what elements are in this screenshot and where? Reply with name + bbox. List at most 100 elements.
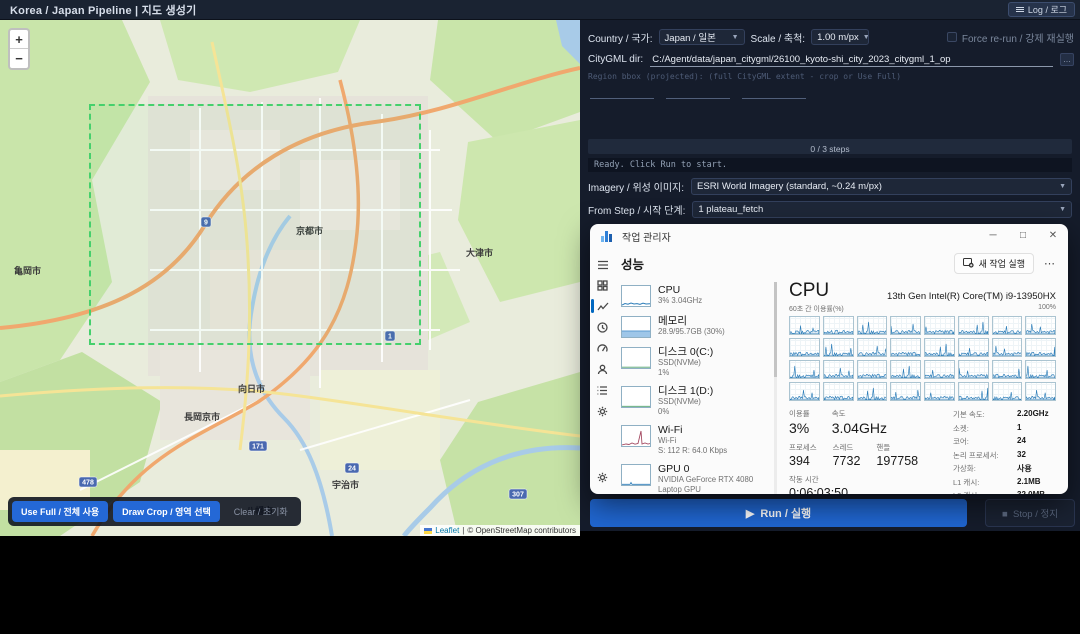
metric-sub2: 1% bbox=[658, 368, 713, 378]
cpu-core-graph bbox=[1025, 382, 1056, 401]
metric-sub: 3% 3.04GHz bbox=[658, 296, 702, 306]
country-label: Country / 국가: bbox=[588, 30, 653, 45]
nav-performance-icon[interactable] bbox=[590, 296, 615, 317]
list-item-cpu[interactable]: CPU 3% 3.04GHz bbox=[617, 280, 777, 311]
handles-value: 197758 bbox=[876, 454, 918, 468]
task-manager-titlebar[interactable]: 작업 관리자 ─ □ ✕ bbox=[590, 224, 1068, 248]
more-options-button[interactable]: ⋯ bbox=[1044, 257, 1056, 270]
region-bbox-label: Region bbox (projected): (full CityGML e… bbox=[588, 72, 901, 81]
cpu-detail-value: 2.1MB bbox=[1017, 477, 1041, 488]
from-step-value: 1 plateau_fetch bbox=[698, 204, 763, 215]
cpu-core-graph bbox=[958, 360, 989, 379]
list-item-memory[interactable]: 메모리 28.9/95.7GB (30%) bbox=[617, 311, 777, 342]
cpu-detail-label: 소켓: bbox=[953, 423, 1017, 434]
util-value: 3% bbox=[789, 420, 810, 436]
minimize-button[interactable]: ─ bbox=[978, 225, 1008, 247]
clear-button[interactable]: Clear / 초기화 bbox=[225, 501, 297, 522]
cpu-core-graph bbox=[1025, 338, 1056, 357]
list-item-gpu[interactable]: GPU 0 NVIDIA GeForce RTX 4080 Laptop GPU… bbox=[617, 459, 777, 494]
cpu-core-graph bbox=[1025, 316, 1056, 335]
nav-details-icon[interactable] bbox=[590, 380, 615, 401]
cpu-core-graph bbox=[857, 316, 888, 335]
chevron-down-icon: ▼ bbox=[728, 34, 739, 41]
list-scrollbar[interactable] bbox=[774, 282, 777, 494]
svg-text:171: 171 bbox=[252, 444, 264, 451]
bbox-field-3[interactable] bbox=[742, 87, 806, 99]
list-item-disk0[interactable]: 디스크 0(C:) SSD(NVMe) 1% bbox=[617, 342, 777, 381]
map-view[interactable]: 4789117124307 亀岡市京都市大津市向日市長岡京市八幡市宇治市 + −… bbox=[0, 20, 580, 536]
log-button[interactable]: Log / 로그 bbox=[1008, 2, 1075, 17]
cpu-core-graph bbox=[823, 360, 854, 379]
scale-label: Scale / 축척: bbox=[751, 30, 806, 45]
imagery-value: ESRI World Imagery (standard, ~0.24 m/px… bbox=[697, 181, 882, 192]
status-box: Ready. Click Run to start. bbox=[588, 158, 1072, 172]
metric-sub: Wi-Fi bbox=[658, 436, 727, 446]
run-button[interactable]: ▶ Run / 실행 bbox=[590, 499, 967, 527]
cpu-core-graph bbox=[789, 360, 820, 379]
cpu-core-graph bbox=[924, 316, 955, 335]
nav-startup-apps-icon[interactable] bbox=[590, 338, 615, 359]
leaflet-link[interactable]: Leaflet bbox=[435, 526, 459, 535]
bbox-field-2[interactable] bbox=[666, 87, 730, 99]
handles-label: 핸들 bbox=[876, 442, 918, 453]
force-rerun-checkbox[interactable] bbox=[947, 32, 957, 42]
task-manager-window: 작업 관리자 ─ □ ✕ bbox=[590, 224, 1068, 494]
cpu-detail-value: 1 bbox=[1017, 423, 1021, 434]
performance-metric-list: CPU 3% 3.04GHz 메모리 28.9/95.7GB (30%) bbox=[615, 278, 777, 494]
metric-sub2: 0% bbox=[658, 407, 713, 417]
cpu-core-graph bbox=[924, 382, 955, 401]
metric-name: GPU 0 bbox=[658, 463, 773, 475]
app-window: Korea / Japan Pipeline | 지도 생성기 Log / 로그 bbox=[0, 0, 1080, 634]
task-manager-header: 성능 새 작업 실행 ⋯ bbox=[615, 248, 1068, 278]
util-label: 이용률 bbox=[789, 408, 810, 419]
map-attribution: Leaflet | © OpenStreetMap contributors bbox=[420, 525, 580, 536]
hamburger-menu-icon[interactable] bbox=[590, 254, 615, 275]
list-item-disk1[interactable]: 디스크 1(D:) SSD(NVMe) 0% bbox=[617, 381, 777, 420]
cpu-core-graph bbox=[992, 382, 1023, 401]
country-select[interactable]: Japan / 일본▼ bbox=[659, 29, 745, 45]
disk1-thumbnail-graph bbox=[621, 386, 651, 408]
zoom-out-button[interactable]: − bbox=[10, 49, 28, 68]
graph-max-label: 100% bbox=[1038, 304, 1056, 314]
title-bar: Korea / Japan Pipeline | 지도 생성기 Log / 로그 bbox=[0, 0, 1080, 20]
nav-app-history-icon[interactable] bbox=[590, 317, 615, 338]
browse-button[interactable]: … bbox=[1060, 53, 1074, 66]
graph-caption: 60초 간 이용률(%) bbox=[789, 304, 844, 314]
settings-gear-icon[interactable] bbox=[590, 467, 615, 488]
draw-crop-button[interactable]: Draw Crop / 영역 선택 bbox=[113, 501, 220, 522]
cpu-core-graph bbox=[789, 316, 820, 335]
task-manager-title: 작업 관리자 bbox=[622, 229, 671, 244]
stop-button[interactable]: ■ Stop / 정지 bbox=[985, 499, 1075, 527]
cpu-core-graph bbox=[890, 316, 921, 335]
crop-region-rectangle[interactable] bbox=[89, 104, 421, 345]
selected-nav-indicator bbox=[591, 299, 594, 313]
cpu-detail-value: 32 bbox=[1017, 450, 1026, 461]
citygml-dir-input[interactable] bbox=[650, 52, 1053, 67]
scale-value: 1.00 m/px bbox=[817, 32, 859, 43]
zoom-in-button[interactable]: + bbox=[10, 30, 28, 49]
nav-processes-icon[interactable] bbox=[590, 275, 615, 296]
scale-select[interactable]: 1.00 m/px▼ bbox=[811, 29, 869, 45]
close-button[interactable]: ✕ bbox=[1038, 225, 1068, 247]
nav-services-icon[interactable] bbox=[590, 401, 615, 422]
metric-name: 메모리 bbox=[658, 315, 725, 327]
from-step-label: From Step / 시작 단계: bbox=[588, 202, 685, 217]
cpu-core-graph bbox=[958, 338, 989, 357]
from-step-select[interactable]: 1 plateau_fetch▼ bbox=[692, 201, 1072, 218]
use-full-button[interactable]: Use Full / 전체 사용 bbox=[12, 501, 108, 522]
progress-text: 0 / 3 steps bbox=[810, 144, 849, 154]
cpu-core-graph bbox=[823, 382, 854, 401]
map-zoom-control: + − bbox=[8, 28, 30, 70]
osm-attribution[interactable]: © OpenStreetMap contributors bbox=[467, 526, 576, 535]
nav-users-icon[interactable] bbox=[590, 359, 615, 380]
list-item-wifi[interactable]: Wi-Fi Wi-Fi S: 112 R: 64.0 Kbps bbox=[617, 420, 777, 459]
task-manager-nav-rail bbox=[590, 248, 615, 494]
cpu-detail-row: 코어:24 bbox=[953, 436, 1049, 447]
gpu-thumbnail-graph bbox=[621, 464, 651, 486]
cpu-detail-row: 논리 프로세서:32 bbox=[953, 450, 1049, 461]
imagery-select[interactable]: ESRI World Imagery (standard, ~0.24 m/px… bbox=[691, 178, 1072, 195]
citygml-dir-label: CityGML dir: bbox=[588, 54, 643, 65]
run-new-task-button[interactable]: 새 작업 실행 bbox=[954, 253, 1034, 274]
bbox-field-1[interactable] bbox=[590, 87, 654, 99]
maximize-button[interactable]: □ bbox=[1008, 225, 1038, 247]
